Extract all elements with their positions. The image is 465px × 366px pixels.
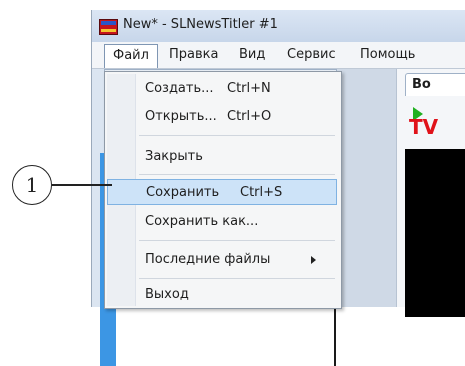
menu-file[interactable]: Файл [104,44,158,68]
menu-edit[interactable]: Правка [169,47,218,62]
menu-item-shortcut: Ctrl+O [227,109,272,124]
menu-item-shortcut: Ctrl+S [240,185,283,200]
menu-item-label: Последние файлы [145,252,271,267]
menu-tools[interactable]: Сервис [287,47,336,62]
tab-preview[interactable]: Во [405,73,465,96]
menu-item-label: Открыть... [145,109,217,124]
menu-item-label: Сохранить [146,185,220,200]
menu-item-save[interactable]: Сохранить Ctrl+S [107,179,337,205]
submenu-arrow-icon [311,256,316,264]
menu-help[interactable]: Помощь [360,47,415,62]
menu-separator [139,240,335,241]
menu-view[interactable]: Вид [239,47,265,62]
menu-item-label: Сохранить как... [145,214,259,229]
menu-item-new[interactable]: Создать... Ctrl+N [107,76,337,102]
app-icon[interactable] [99,19,118,35]
tab-label: Во [412,77,431,92]
menu-item-label: Выход [145,287,189,302]
menu-item-open[interactable]: Открыть... Ctrl+O [107,104,337,130]
menu-item-label: Создать... [145,81,214,96]
menu-item-recent-files[interactable]: Последние файлы [107,247,337,273]
menu-item-close[interactable]: Закрыть [107,144,337,170]
menu-item-shortcut: Ctrl+N [227,81,271,96]
callout-leader-line [52,184,112,186]
file-menu-dropdown: Создать... Ctrl+N Открыть... Ctrl+O Закр… [104,71,342,309]
menu-separator [139,278,335,279]
title-bar[interactable]: New* - SLNewsTitler #1 [92,10,465,42]
callout-number: 1 [25,173,39,197]
menu-bar: Файл Правка Вид Сервис Помощь [92,42,465,69]
callout-marker: 1 [12,165,52,205]
menu-item-save-as[interactable]: Сохранить как... [107,209,337,235]
window-title: New* - SLNewsTitler #1 [123,17,278,32]
menu-item-exit[interactable]: Выход [107,282,337,308]
menu-separator [139,174,335,175]
preview-area [405,149,465,317]
menu-separator [139,135,335,136]
menu-item-label: Закрыть [145,149,203,164]
right-pane: Во TV [396,69,465,317]
tv-logo: TV [409,115,439,139]
